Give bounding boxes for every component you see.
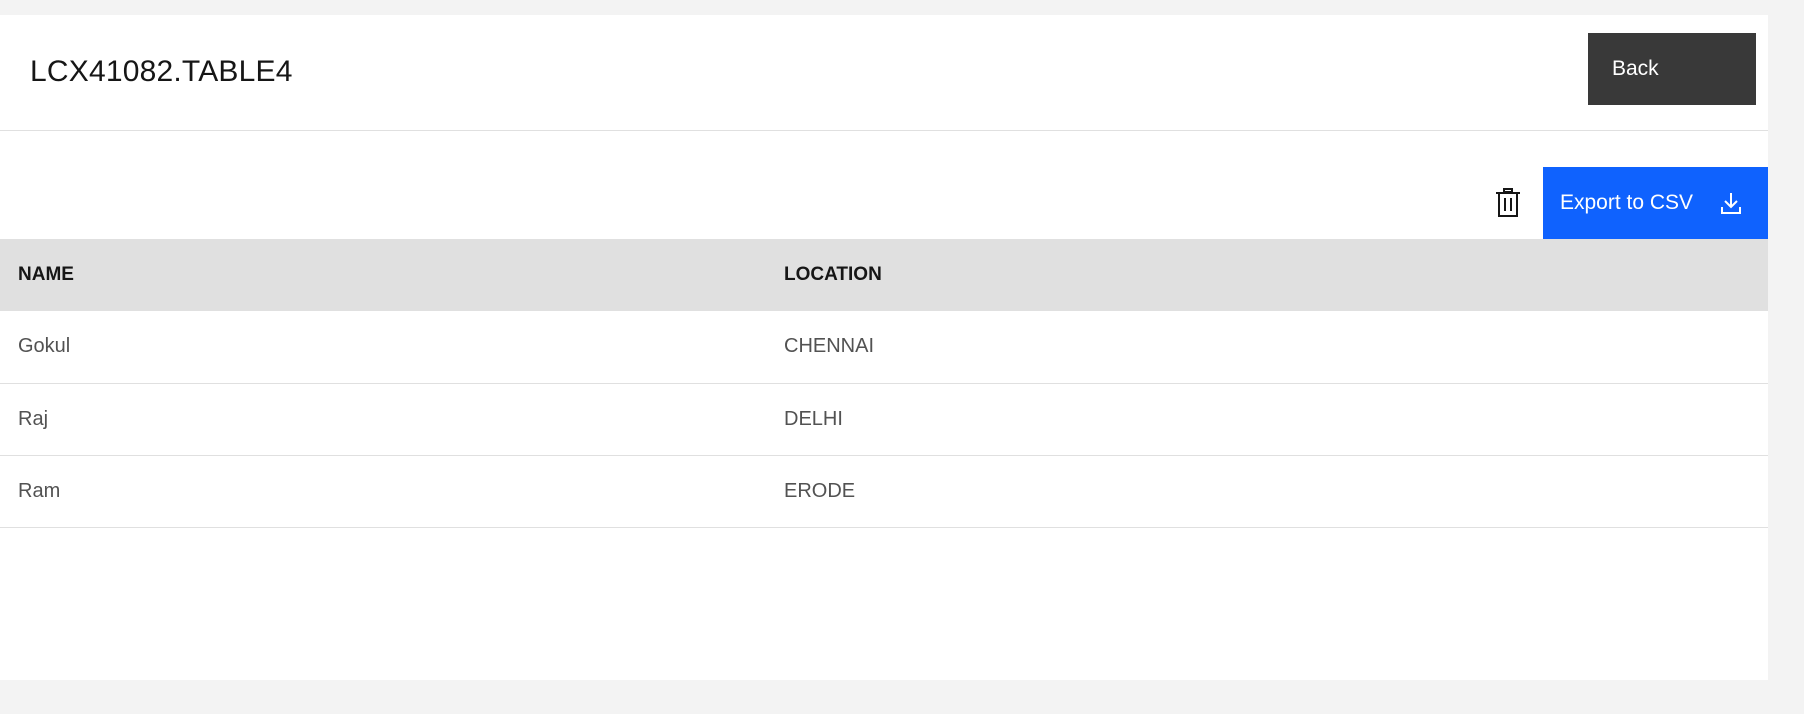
- cell-name: Raj: [0, 383, 766, 456]
- page-title: LCX41082.TABLE4: [30, 55, 293, 88]
- table-header-row: NAME LOCATION: [0, 239, 1768, 311]
- export-csv-label: Export to CSV: [1560, 191, 1694, 214]
- table-row[interactable]: Gokul CHENNAI: [0, 311, 1768, 384]
- column-header-location[interactable]: LOCATION: [766, 239, 1768, 311]
- back-button[interactable]: Back: [1588, 33, 1756, 105]
- download-icon: [1721, 193, 1741, 214]
- table-toolbar: Export to CSV: [0, 167, 1768, 239]
- table-row[interactable]: Raj DELHI: [0, 383, 1768, 456]
- table-row[interactable]: Ram ERODE: [0, 455, 1768, 528]
- cell-location: DELHI: [766, 383, 1768, 456]
- data-table: NAME LOCATION Gokul CHENNAI Raj DELHI Ra…: [0, 239, 1768, 528]
- delete-button[interactable]: [1486, 177, 1530, 229]
- export-csv-button[interactable]: Export to CSV: [1543, 167, 1768, 239]
- page-header: LCX41082.TABLE4 Back: [0, 15, 1768, 131]
- trash-icon: [1496, 188, 1520, 217]
- cell-location: ERODE: [766, 455, 1768, 528]
- content-panel: LCX41082.TABLE4 Back Export to CSV NAME …: [0, 15, 1768, 680]
- cell-name: Ram: [0, 455, 766, 528]
- cell-location: CHENNAI: [766, 311, 1768, 384]
- column-header-name[interactable]: NAME: [0, 239, 766, 311]
- cell-name: Gokul: [0, 311, 766, 384]
